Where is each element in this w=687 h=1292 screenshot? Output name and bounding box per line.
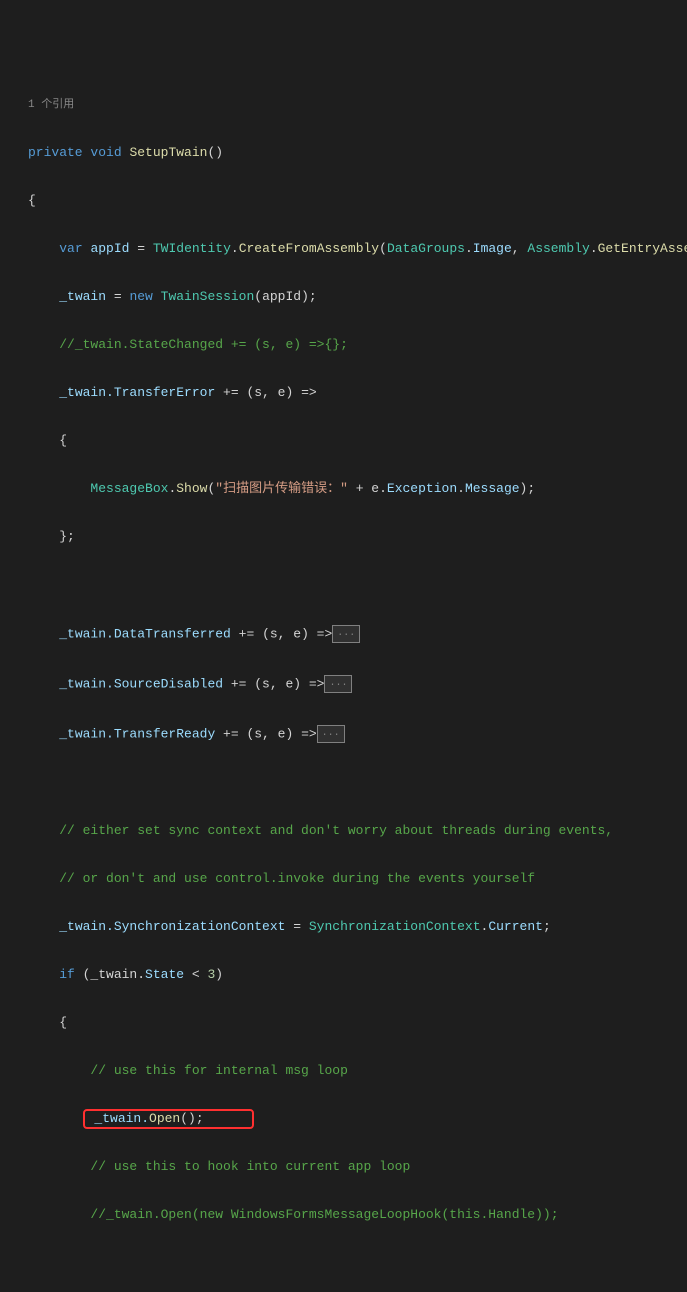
code-line: _twain.SynchronizationContext = Synchron… (28, 919, 687, 935)
code-line: _twain.DataTransferred += (s, e) =>... (28, 625, 687, 643)
code-line: private void SetupTwain() (28, 145, 687, 161)
code-line: _twain.SourceDisabled += (s, e) =>... (28, 675, 687, 693)
code-line: { (28, 433, 687, 449)
fold-collapsed-icon[interactable]: ... (317, 725, 345, 743)
code-line: { (28, 193, 687, 209)
codelens-line[interactable]: 1 个引用 (28, 96, 687, 113)
code-line: { (28, 1015, 687, 1031)
code-line: //_twain.StateChanged += (s, e) =>{}; (28, 337, 687, 353)
code-line: if (_twain.State < 3) (28, 967, 687, 983)
highlight-annotation: _twain.Open(); (83, 1109, 255, 1129)
code-line: // use this for internal msg loop (28, 1063, 687, 1079)
code-line: var appId = TWIdentity.CreateFromAssembl… (28, 241, 687, 257)
code-line (28, 775, 687, 791)
code-line (28, 1255, 687, 1271)
code-editor[interactable]: 1 个引用 private void SetupTwain() { var ap… (0, 64, 687, 1292)
code-line: _twain = new TwainSession(appId); (28, 289, 687, 305)
code-line: MessageBox.Show("扫描图片传输错误：" + e.Exceptio… (28, 481, 687, 497)
code-line (28, 577, 687, 593)
codelens-text: 1 个引用 (28, 99, 74, 111)
code-line: _twain.Open(); (28, 1111, 687, 1127)
code-line: _twain.TransferReady += (s, e) =>... (28, 725, 687, 743)
code-line: _twain.TransferError += (s, e) => (28, 385, 687, 401)
code-line: // or don't and use control.invoke durin… (28, 871, 687, 887)
fold-collapsed-icon[interactable]: ... (332, 625, 360, 643)
code-line: // either set sync context and don't wor… (28, 823, 687, 839)
fold-collapsed-icon[interactable]: ... (324, 675, 352, 693)
code-line: }; (28, 529, 687, 545)
code-line: //_twain.Open(new WindowsFormsMessageLoo… (28, 1207, 687, 1223)
code-line: // use this to hook into current app loo… (28, 1159, 687, 1175)
